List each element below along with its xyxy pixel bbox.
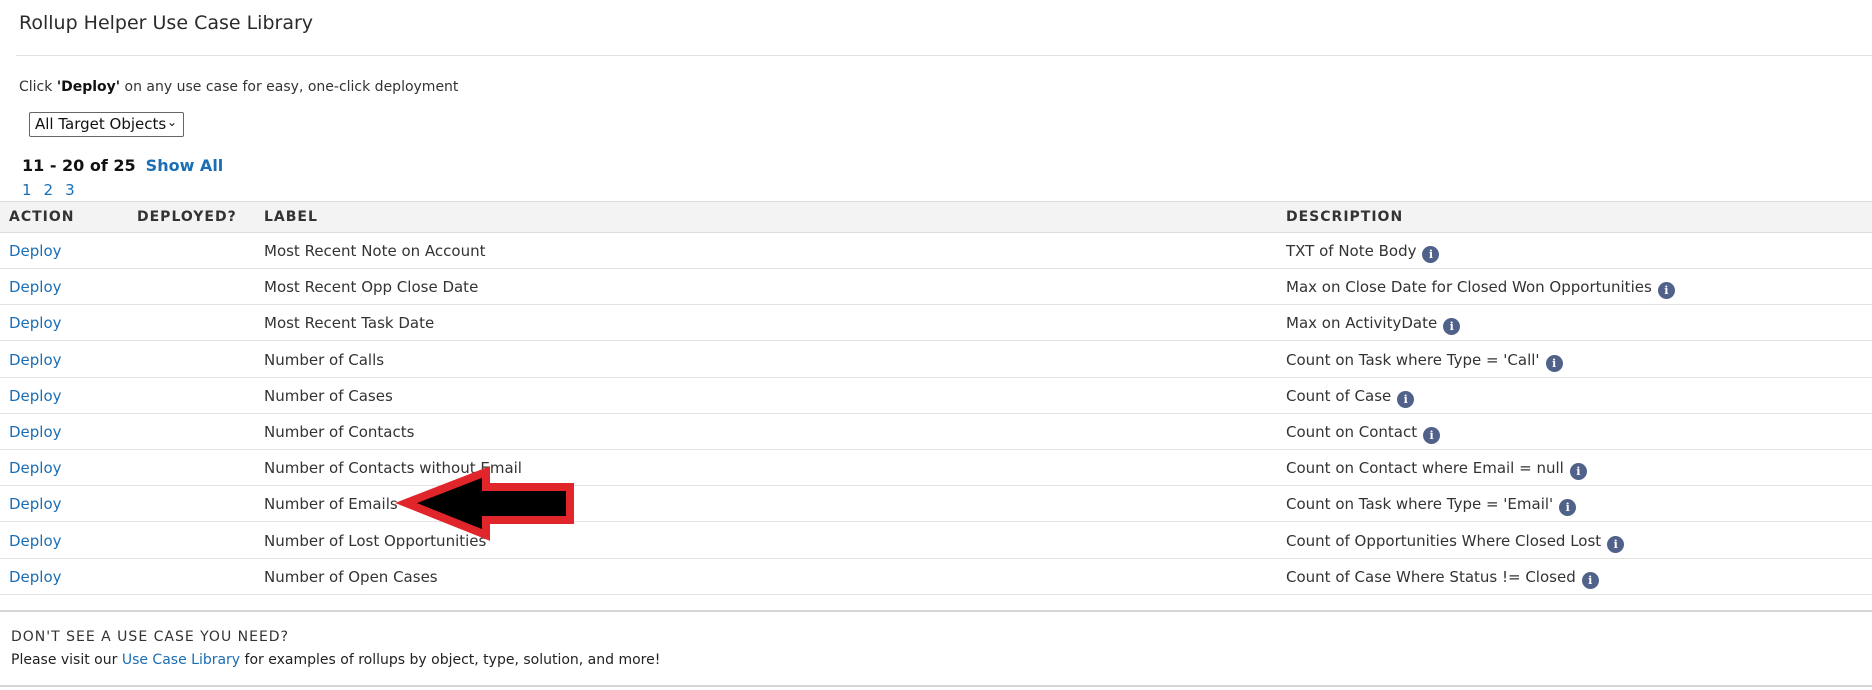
info-icon[interactable]: i (1569, 463, 1587, 481)
show-all-link[interactable]: Show All (146, 156, 224, 175)
use-case-label: Number of Emails (264, 495, 398, 514)
use-case-label: Number of Open Cases (264, 567, 438, 586)
use-case-label: Most Recent Task Date (264, 314, 435, 333)
use-case-description: Count on Contact where Email = null i (1286, 459, 1587, 481)
deploy-link[interactable]: Deploy (9, 278, 62, 296)
table-row: Deploy Number of Contacts without Email Co… (0, 450, 1872, 487)
table-header: ACTION DEPLOYED? LABEL DESCRIPTION (0, 201, 1872, 233)
footer-heading: DON'T SEE A USE CASE YOU NEED? (11, 629, 290, 645)
use-case-label: Number of Cases (264, 386, 393, 405)
deploy-link[interactable]: Deploy (9, 532, 62, 550)
deploy-link[interactable]: Deploy (9, 242, 62, 260)
table-row: Deploy Number of Cases Count of Case i (0, 378, 1872, 414)
deploy-link[interactable]: Deploy (9, 568, 62, 586)
use-case-label: Number of Contacts (264, 423, 415, 441)
page-link-2[interactable]: 2 (44, 181, 54, 199)
footer-text: Please visit our Use Case Library for ex… (11, 652, 661, 668)
use-case-label: Number of Lost Opportunities (264, 531, 487, 550)
info-icon[interactable]: i (1422, 246, 1440, 263)
info-icon[interactable]: i (1657, 282, 1675, 300)
info-icon[interactable]: i (1397, 390, 1415, 408)
info-icon[interactable]: i (1559, 499, 1577, 517)
table-row: Deploy Most Recent Note on Account TXT of … (0, 233, 1872, 269)
deploy-link[interactable]: Deploy (9, 459, 62, 477)
column-header-deployed: DEPLOYED? (137, 209, 237, 225)
footer-panel: DON'T SEE A USE CASE YOU NEED? Please vi… (0, 610, 1872, 687)
column-header-action: ACTION (9, 209, 75, 225)
use-case-label: Most Recent Note on Account (264, 242, 486, 260)
use-case-description: Max on Close Date for Closed Won Opportu… (1286, 278, 1675, 300)
table-row: Deploy Most Recent Task Date Max on Activi… (0, 305, 1872, 342)
info-icon[interactable]: i (1545, 354, 1563, 372)
use-case-label: Most Recent Opp Close Date (264, 278, 479, 297)
use-case-label: Number of Calls (264, 350, 385, 369)
use-case-description: Count on Task where Type = 'Email' i (1286, 495, 1577, 517)
info-icon[interactable]: i (1443, 318, 1461, 336)
use-case-library-link[interactable]: Use Case Library (122, 652, 240, 668)
deploy-link[interactable]: Deploy (9, 314, 62, 332)
use-case-description: Count of Case i (1286, 387, 1415, 408)
deploy-link[interactable]: Deploy (9, 387, 62, 405)
pagination: 123 (22, 181, 87, 199)
page-link-3[interactable]: 3 (65, 181, 75, 199)
table-row: Deploy Most Recent Opp Close Date Max on C… (0, 269, 1872, 306)
target-object-select[interactable]: All Target Objects ⌄ (29, 112, 184, 137)
divider (16, 55, 1872, 56)
column-header-description: DESCRIPTION (1286, 209, 1404, 225)
use-case-description: Count on Task where Type = 'Call' i (1286, 351, 1563, 372)
page-link-1[interactable]: 1 (22, 181, 32, 199)
table-row: Deploy Number of Open Cases Count of Case … (0, 559, 1872, 595)
use-case-description: Count on Contact i (1286, 423, 1441, 444)
table-row: Deploy Number of Lost Opportunities Count … (0, 523, 1872, 559)
page-title: Rollup Helper Use Case Library (19, 12, 314, 34)
info-icon[interactable]: i (1423, 427, 1441, 444)
use-case-description: TXT of Note Body i (1286, 242, 1440, 263)
use-case-label: Number of Contacts without Email (264, 459, 522, 478)
table-row: Deploy Number of Emails Count on Task wher… (0, 486, 1872, 523)
table-row: Deploy Number of Calls Count on Task where… (0, 342, 1872, 378)
instructions: Click 'Deploy' on any use case for easy,… (19, 79, 459, 95)
use-case-description: Count of Opportunities Where Closed Lost… (1286, 532, 1625, 553)
deploy-link[interactable]: Deploy (9, 351, 62, 369)
record-count: 11 - 20 of 25 Show All (22, 156, 224, 175)
info-icon[interactable]: i (1607, 535, 1625, 553)
chevron-down-icon: ⌄ (166, 115, 177, 129)
column-header-label: LABEL (264, 209, 318, 225)
info-icon[interactable]: i (1581, 571, 1599, 589)
use-case-description: Count of Case Where Status != Closed i (1286, 568, 1599, 589)
deploy-link[interactable]: Deploy (9, 495, 62, 513)
use-case-description: Max on ActivityDate i (1286, 314, 1461, 336)
deploy-link[interactable]: Deploy (9, 423, 62, 441)
table-row: Deploy Number of Contacts Count on Contact… (0, 414, 1872, 450)
